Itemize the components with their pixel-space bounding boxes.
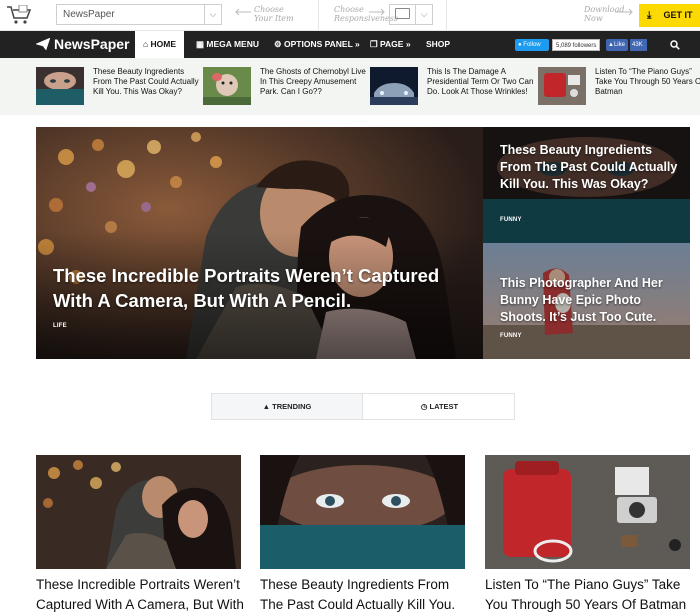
featured-ticker: These Beauty Ingredients From The Past C…: [0, 58, 700, 115]
ticker-title: The Ghosts of Chernobyl Live In This Cre…: [260, 67, 366, 96]
hero-side-title: These Beauty Ingredients From The Past C…: [500, 143, 678, 191]
monitor-icon: [395, 8, 410, 19]
gear-icon: ⚙: [274, 39, 282, 49]
nav-item-page[interactable]: ❐ PAGE »: [370, 31, 411, 58]
ticker-title: These Beauty Ingredients From The Past C…: [93, 67, 199, 96]
nav-item-shop[interactable]: SHOP: [426, 31, 450, 58]
chevron-down-icon: ⌵: [204, 5, 221, 24]
hero-side-post[interactable]: These Beauty Ingredients From The Past C…: [483, 127, 690, 243]
nav-label: MEGA MENU: [206, 39, 259, 49]
nav-item-mega-menu[interactable]: ▦ MEGA MENU: [196, 31, 259, 58]
category-label[interactable]: FUNNY: [500, 333, 522, 339]
cart-icon[interactable]: [6, 5, 32, 25]
site-logo-text: NewsPaper: [54, 36, 130, 52]
nav-item-home[interactable]: ⌂ HOME: [135, 31, 185, 58]
facebook-like-label: Like: [613, 42, 625, 48]
demo-topbar: NewsPaper ⌵ Choose Your Item Choose Resp…: [0, 0, 700, 31]
post-card-title[interactable]: These Beauty Ingredients From The Past C…: [260, 575, 472, 615]
flame-icon: ▲: [262, 402, 271, 411]
divider: [318, 0, 319, 31]
nav-label: HOME: [150, 39, 177, 49]
twitter-follow-label: Follow: [523, 42, 541, 48]
home-icon: ⌂: [143, 39, 149, 49]
nav-label: SHOP: [426, 39, 451, 49]
grid-icon: ▦: [196, 39, 205, 49]
search-icon[interactable]: [670, 40, 680, 50]
demo-select[interactable]: NewsPaper ⌵: [56, 4, 222, 25]
twitter-follow-button[interactable]: ● Follow: [515, 39, 549, 51]
category-label[interactable]: FUNNY: [500, 217, 522, 223]
post-card-title[interactable]: Listen To “The Piano Guys” Take You Thro…: [485, 575, 697, 615]
hero-side-title: This Photographer And Her Bunny Have Epi…: [500, 276, 663, 324]
post-card-image: [260, 455, 465, 569]
nav-item-options-panel[interactable]: ⚙ OPTIONS PANEL »: [274, 31, 360, 58]
main-nav: NewsPaper ⌂ HOME ▦ MEGA MENU ⚙ OPTIONS P…: [0, 31, 700, 58]
ticker-title: This Is The Damage A Presidential Term O…: [427, 67, 534, 96]
tab-label: LATEST: [429, 402, 459, 411]
post-card-title[interactable]: These Incredible Portraits Weren’t Captu…: [36, 575, 248, 615]
trending-latest-tabs: ▲ TRENDING ◷ LATEST: [211, 393, 515, 420]
arrow-right-icon: [369, 8, 385, 16]
chevron-down-icon: ⌵: [415, 5, 432, 24]
ticker-title: Listen To “The Piano Guys” Take You Thro…: [595, 67, 700, 96]
ticker-thumbnail: [203, 67, 251, 105]
facebook-like-button[interactable]: ▲Like: [606, 39, 628, 51]
category-label[interactable]: LIFE: [53, 323, 67, 329]
nav-label: OPTIONS PANEL »: [284, 39, 360, 49]
nav-label: PAGE »: [380, 39, 411, 49]
get-it-label: GET IT: [663, 10, 693, 20]
pages-icon: ❐: [370, 39, 378, 49]
ticker-thumbnail: [538, 67, 586, 105]
hero-side-post[interactable]: This Photographer And Her Bunny Have Epi…: [483, 243, 690, 359]
twitter-follower-count: 5,089 followers: [552, 39, 600, 51]
hero-main-post[interactable]: These Incredible Portraits Weren’t Captu…: [36, 127, 483, 359]
paper-plane-icon: [36, 38, 50, 50]
post-card-image: [485, 455, 690, 569]
twitter-icon: ●: [518, 42, 522, 48]
arrow-right-icon: [615, 8, 633, 16]
get-it-button[interactable]: ⤓ GET IT: [639, 4, 700, 27]
demo-select-value: NewsPaper: [63, 9, 115, 20]
post-card-image: [36, 455, 241, 569]
ticker-thumbnail: [36, 67, 84, 105]
clock-icon: ◷: [420, 402, 428, 411]
tab-trending[interactable]: ▲ TRENDING: [212, 394, 363, 419]
hint-line: Choose: [254, 5, 284, 14]
hint-choose-item: Choose Your Item: [254, 5, 294, 23]
download-icon: ⤓: [647, 10, 652, 21]
hero-main-image: [36, 127, 483, 359]
tab-latest[interactable]: ◷ LATEST: [364, 394, 515, 419]
facebook-like-count: 43K: [630, 39, 647, 51]
hero-main-title: These Incredible Portraits Weren’t Captu…: [53, 265, 440, 311]
ticker-thumbnail: [370, 67, 418, 105]
hint-line: Your Item: [254, 14, 294, 23]
responsive-device-select[interactable]: ⌵: [389, 4, 433, 25]
site-logo[interactable]: NewsPaper: [36, 36, 129, 53]
arrow-left-icon: [235, 8, 251, 16]
divider: [446, 0, 447, 31]
tab-label: TRENDING: [272, 402, 312, 411]
